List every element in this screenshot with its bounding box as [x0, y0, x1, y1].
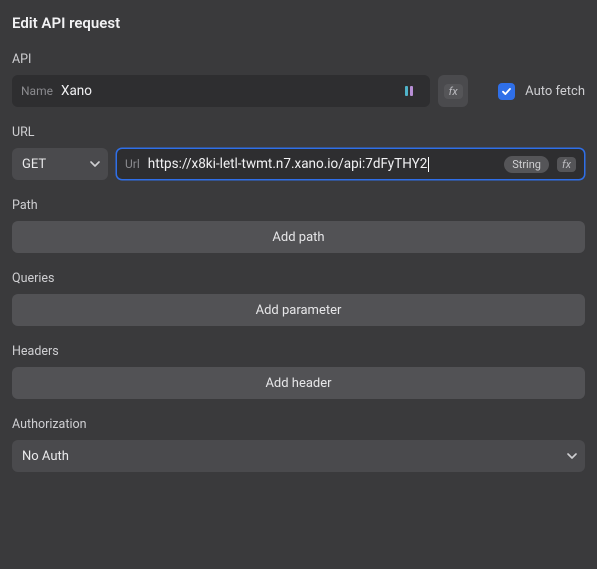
authorization-value: No Auth [22, 449, 69, 464]
section-label-path: Path [12, 198, 585, 213]
section-label-authorization: Authorization [12, 417, 585, 432]
auto-fetch-label: Auto fetch [525, 84, 585, 99]
check-icon [501, 86, 512, 97]
text-caret [428, 157, 429, 172]
section-label-api: API [12, 52, 585, 67]
url-type-chip: String [504, 156, 549, 173]
edit-api-request-panel: Edit API request API Name Xano fx Auto f… [0, 0, 597, 492]
add-path-button[interactable]: Add path [12, 221, 585, 253]
add-parameter-button[interactable]: Add parameter [12, 294, 585, 326]
add-header-button[interactable]: Add header [12, 367, 585, 399]
api-name-prefix: Name [21, 84, 53, 98]
url-row: GET Url https://x8ki-letl-twmt.n7.xano.i… [12, 148, 585, 180]
url-value: https://x8ki-letl-twmt.n7.xano.io/api:7d… [148, 156, 496, 172]
fx-button-api[interactable]: fx [438, 75, 468, 107]
section-label-headers: Headers [12, 344, 585, 359]
chevron-down-icon [90, 159, 100, 169]
authorization-select[interactable]: No Auth [12, 440, 585, 472]
section-label-url: URL [12, 125, 585, 140]
http-method-select[interactable]: GET [12, 148, 108, 180]
url-field[interactable]: Url https://x8ki-letl-twmt.n7.xano.io/ap… [116, 148, 585, 180]
api-row: Name Xano fx Auto fetch [12, 75, 585, 107]
http-method-value: GET [22, 157, 46, 172]
fx-icon: fx [444, 84, 463, 99]
panel-title: Edit API request [12, 12, 585, 46]
section-label-queries: Queries [12, 271, 585, 286]
api-name-value: Xano [61, 83, 391, 99]
url-prefix: Url [125, 157, 140, 171]
binding-icon[interactable] [399, 80, 421, 102]
fx-button-url[interactable]: fx [557, 157, 576, 172]
chevron-down-icon [567, 451, 577, 461]
auto-fetch-checkbox[interactable] [498, 83, 515, 100]
api-name-field[interactable]: Name Xano [12, 75, 430, 107]
